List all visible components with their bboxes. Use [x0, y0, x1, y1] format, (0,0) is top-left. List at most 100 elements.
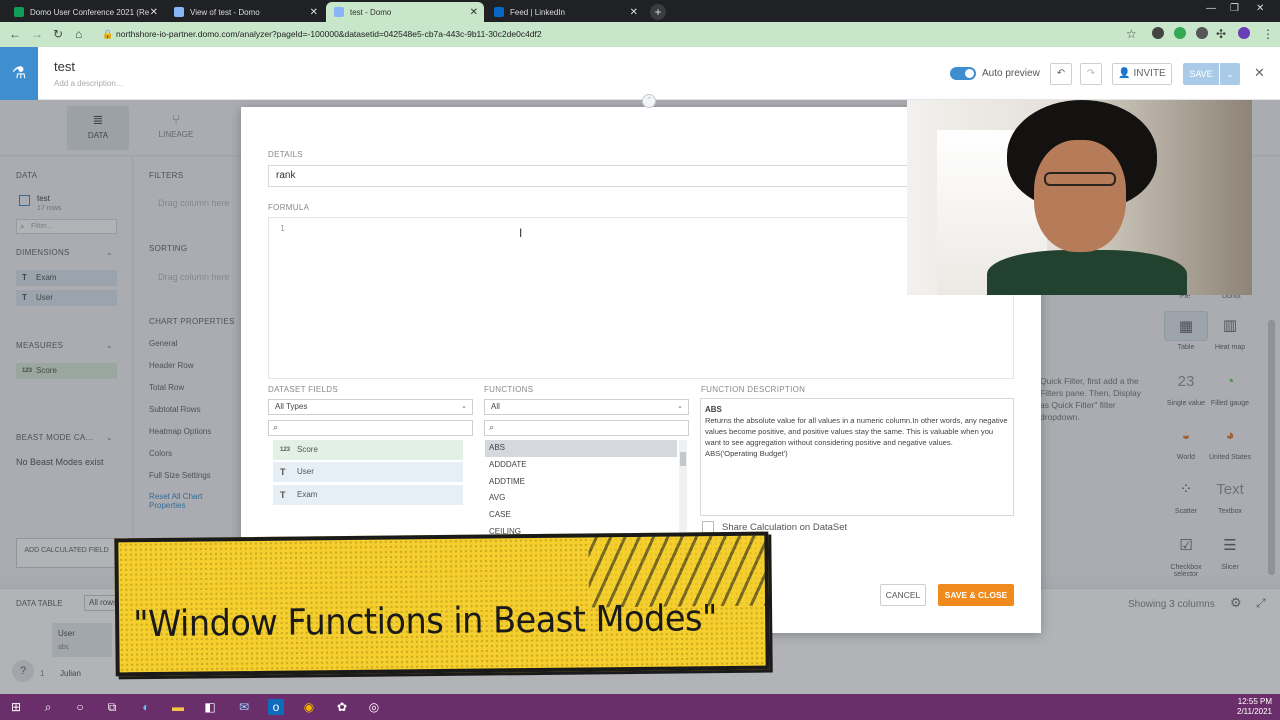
number-type-icon: 123	[280, 447, 291, 453]
search-icon[interactable]: ⌕	[40, 699, 56, 715]
auto-preview-toggle[interactable]	[950, 67, 976, 80]
browser-tab-active[interactable]: test - Domo ✕	[326, 2, 484, 22]
banner-title: "Window Functions in Beast Modes"	[132, 598, 718, 646]
collapse-chevron-icon[interactable]: ⌃	[642, 94, 656, 108]
function-search-input[interactable]: ⌕	[484, 420, 689, 436]
close-tab-icon[interactable]: ✕	[630, 7, 638, 18]
function-name: ABS	[705, 405, 722, 414]
webcam-video-overlay	[907, 100, 1252, 295]
browser-tab-title: Domo User Conference 2021 (Re	[30, 7, 150, 17]
sheets-favicon-icon	[14, 7, 24, 17]
function-list-scrollbar[interactable]	[679, 440, 687, 540]
function-list: ABS ADDDATE ADDTIME AVG CASE CEILING	[485, 440, 688, 540]
dataset-field-item[interactable]: T User	[273, 462, 463, 482]
linkedin-favicon-icon	[494, 7, 504, 17]
function-description-text: Returns the absolute value for all value…	[705, 416, 1008, 447]
app-icon[interactable]: ✿	[334, 699, 350, 715]
task-view-icon[interactable]: ⧉	[104, 699, 120, 715]
details-label: DETAILS	[268, 150, 303, 159]
forward-icon[interactable]: →	[31, 27, 43, 41]
browser-tab-title: Feed | LinkedIn	[510, 7, 566, 17]
restore-icon[interactable]: ❐	[1230, 3, 1239, 14]
browser-tab[interactable]: Feed | LinkedIn ✕	[486, 2, 644, 22]
close-analyzer-icon[interactable]: ✕	[1254, 65, 1265, 81]
extension-icon[interactable]	[1174, 27, 1186, 39]
bookmark-star-icon[interactable]: ☆	[1126, 27, 1137, 41]
presenter-glasses	[1044, 172, 1116, 186]
browser-tab[interactable]: View of test - Domo ✕	[166, 2, 324, 22]
windows-start-icon[interactable]: ⊞	[8, 699, 24, 715]
url-text: northshore-io-partner.domo.com/analyzer?…	[116, 29, 542, 39]
outlook-icon[interactable]: o	[268, 699, 284, 715]
auto-preview-label: Auto preview	[982, 68, 1040, 79]
function-description: ABS Returns the absolute value for all v…	[700, 398, 1014, 516]
extension-icon[interactable]	[1152, 27, 1164, 39]
function-item[interactable]: ADDTIME	[485, 474, 677, 491]
dataset-field-item[interactable]: T Exam	[273, 485, 463, 505]
chevron-down-icon: ⌄	[461, 403, 467, 410]
minimize-icon[interactable]: —	[1206, 3, 1216, 14]
presenter-shirt	[987, 250, 1187, 295]
browser-tab-title: test - Domo	[350, 7, 392, 17]
undo-button[interactable]: ↶	[1050, 63, 1072, 85]
profile-avatar-icon[interactable]	[1238, 27, 1250, 39]
function-item[interactable]: AVG	[485, 490, 677, 507]
card-title[interactable]: test	[54, 59, 75, 74]
dataset-field-item[interactable]: 123 Score	[273, 440, 463, 460]
chrome-icon[interactable]: ◉	[301, 699, 317, 715]
reload-icon[interactable]: ↻	[53, 27, 63, 41]
extensions-puzzle-icon[interactable]: ✣	[1216, 27, 1226, 41]
mail-icon[interactable]: ✉	[236, 699, 252, 715]
browser-tab[interactable]: Domo User Conference 2021 (Re ✕	[6, 2, 164, 22]
browser-tab-title: View of test - Domo	[190, 7, 260, 17]
edge-icon[interactable]: ◐	[138, 699, 154, 715]
field-label: Exam	[297, 490, 318, 499]
title-banner: "Window Functions in Beast Modes"	[114, 531, 770, 677]
cortana-icon[interactable]: ○	[72, 699, 88, 715]
calculation-name-input[interactable]: rank	[268, 165, 1014, 187]
field-search-input[interactable]: ⌕	[268, 420, 473, 436]
save-options-chevron-icon[interactable]: ⌄	[1220, 63, 1240, 85]
close-tab-icon[interactable]: ✕	[150, 7, 158, 18]
url-input[interactable]: 🔒 northshore-io-partner.domo.com/analyze…	[98, 25, 1148, 44]
domo-favicon-icon	[174, 7, 184, 17]
cancel-button[interactable]: CANCEL	[880, 584, 926, 606]
function-item[interactable]: ABS	[485, 440, 677, 457]
store-icon[interactable]: ◧	[202, 699, 218, 715]
search-icon: ⌕	[273, 422, 279, 432]
function-item[interactable]: ADDDATE	[485, 457, 677, 474]
system-clock[interactable]: 12:55 PM 2/11/2021	[1237, 697, 1272, 717]
invite-button[interactable]: 👤 INVITE	[1112, 63, 1172, 85]
line-number: 1	[280, 224, 285, 233]
function-category-select[interactable]: All ⌄	[484, 399, 689, 415]
function-example: ABS('Operating Budget')	[705, 449, 788, 458]
function-category-value: All	[491, 402, 500, 411]
function-item[interactable]: CASE	[485, 507, 677, 524]
text-type-icon: T	[280, 467, 286, 477]
beaker-icon[interactable]: ⚗	[0, 47, 38, 100]
redo-button[interactable]: ↷	[1080, 63, 1102, 85]
clock-time: 12:55 PM	[1237, 697, 1272, 706]
address-bar: ← → ↻ ⌂ 🔒 northshore-io-partner.domo.com…	[0, 22, 1280, 47]
new-tab-button[interactable]: +	[650, 4, 666, 20]
analyzer-header: ⚗ test Add a description... Auto preview…	[0, 47, 1280, 100]
field-type-select[interactable]: All Types ⌄	[268, 399, 473, 415]
browser-menu-icon[interactable]: ⋮	[1262, 27, 1274, 41]
close-tab-icon[interactable]: ✕	[470, 7, 478, 18]
scrollbar-thumb[interactable]	[680, 452, 686, 466]
close-tab-icon[interactable]: ✕	[310, 7, 318, 18]
functions-label: FUNCTIONS	[484, 385, 534, 394]
text-cursor-icon: I	[519, 226, 523, 240]
search-icon: ⌕	[489, 422, 495, 432]
save-and-close-button[interactable]: SAVE & CLOSE	[938, 584, 1014, 606]
obs-icon[interactable]: ◎	[366, 699, 382, 715]
save-button[interactable]: SAVE	[1183, 63, 1219, 85]
text-type-icon: T	[280, 490, 286, 500]
file-explorer-icon[interactable]: ▬	[170, 699, 186, 715]
extension-icon[interactable]	[1196, 27, 1208, 39]
window-close-icon[interactable]: ✕	[1256, 3, 1264, 14]
card-description[interactable]: Add a description...	[54, 79, 122, 88]
formula-editor[interactable]: 1 I	[268, 217, 1014, 379]
back-icon[interactable]: ←	[9, 27, 21, 41]
home-icon[interactable]: ⌂	[75, 27, 82, 41]
